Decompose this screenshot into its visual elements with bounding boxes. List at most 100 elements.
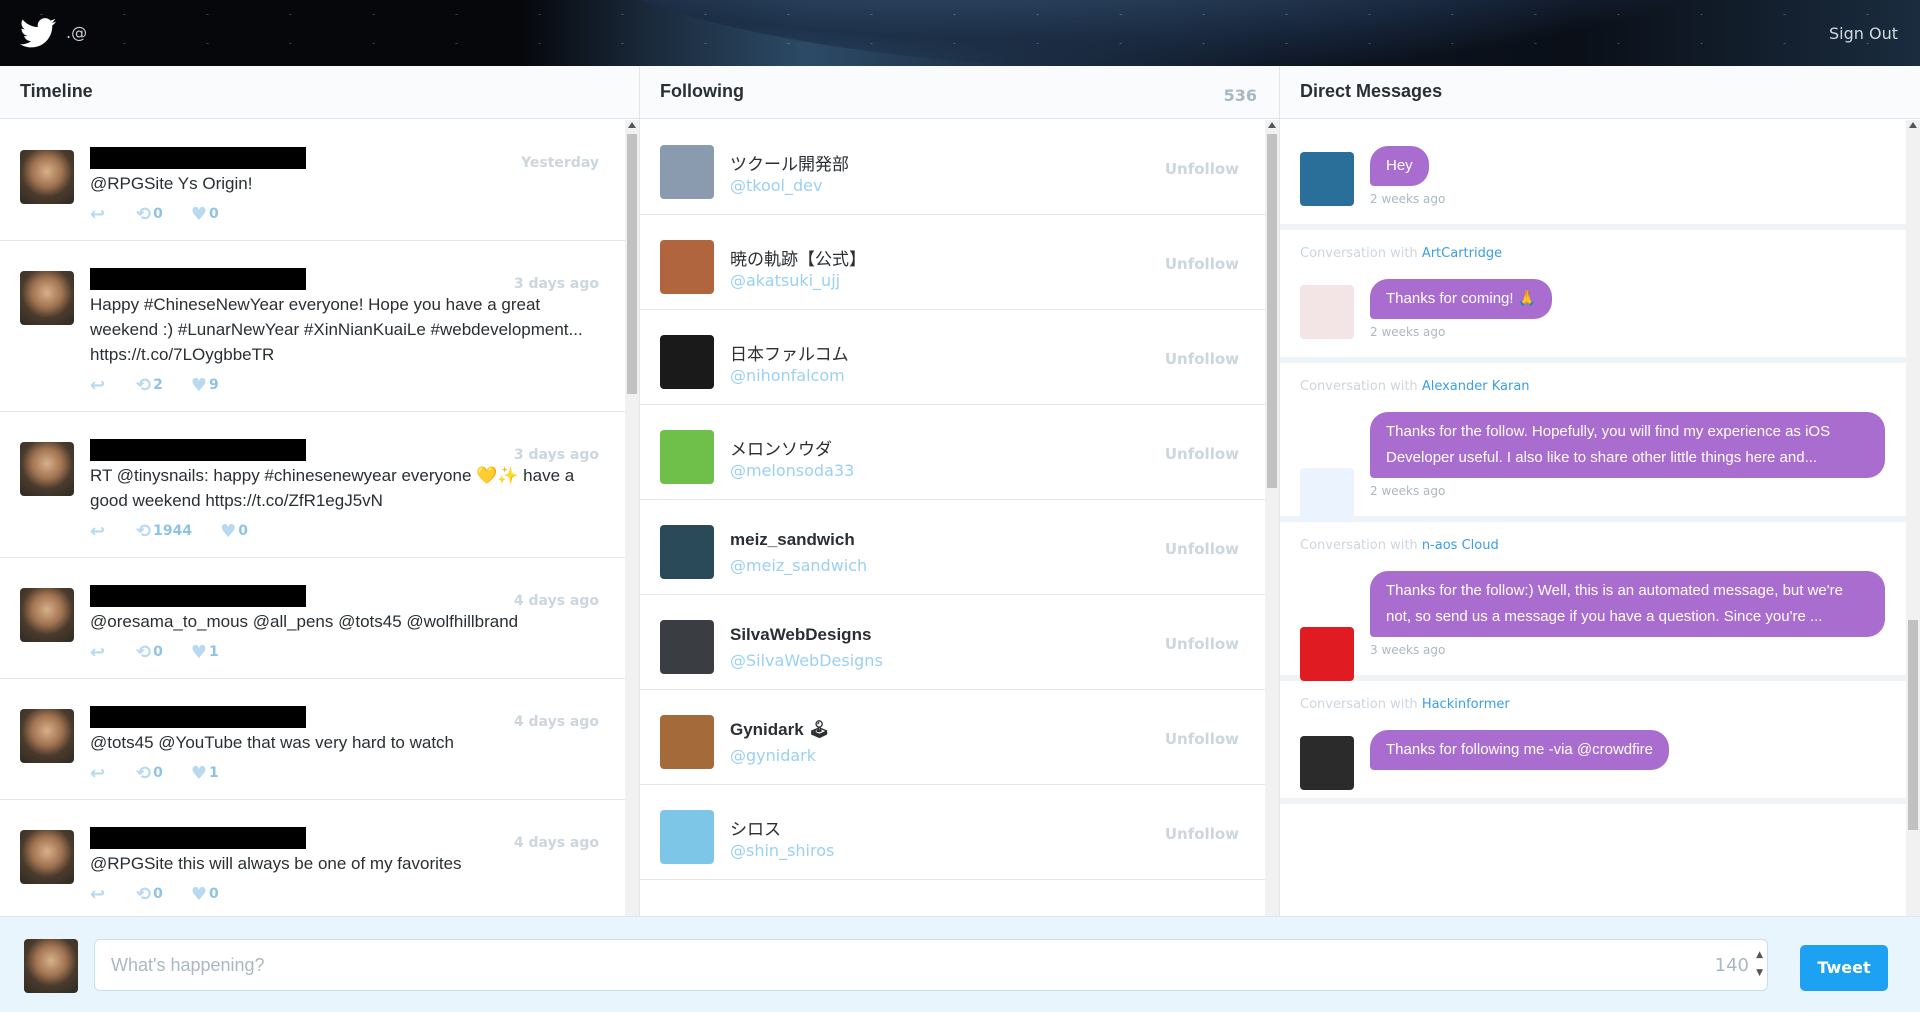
twitter-bird-icon[interactable] [20,18,56,48]
dm-conversation[interactable]: Conversation with ArtCartridge Thanks for… [1280,230,1920,363]
tweet[interactable]: 4 days ago @RPGSite this will always be o… [0,800,639,916]
user-handle[interactable]: @meiz_sandwich [730,556,867,575]
unfollow-button[interactable]: Unfollow [1165,350,1239,368]
like-count: 1 [208,644,219,660]
unfollow-button[interactable]: Unfollow [1165,825,1239,843]
user-name[interactable]: SilvaWebDesigns [730,625,871,645]
following-item[interactable]: シロス @shin_shiros Unfollow [640,785,1279,880]
user-name[interactable]: ツクール開発部 [730,150,849,175]
retweet-button[interactable]: ⟲ 0 [136,884,163,905]
conversation-user-link[interactable]: Alexander Karan [1422,379,1530,394]
following-item[interactable]: メロンソウダ @melonsoda33 Unfollow [640,405,1279,500]
unfollow-button[interactable]: Unfollow [1165,635,1239,653]
user-handle[interactable]: @melonsoda33 [730,461,854,480]
avatar[interactable] [20,588,74,642]
sign-out-link[interactable]: Sign Out [1829,24,1898,43]
avatar[interactable] [1300,468,1354,522]
avatar[interactable] [20,442,74,496]
avatar[interactable] [660,810,714,864]
tweet[interactable]: Yesterday @RPGSite Ys Origin! ↩ ⟲ 0 ♥ 0 [0,120,639,241]
retweet-button[interactable]: ⟲ 0 [136,642,163,663]
scroll-thumb[interactable] [1267,134,1277,488]
user-name[interactable]: 暁の軌跡【公式】 [730,245,866,270]
avatar[interactable] [660,240,714,294]
unfollow-button[interactable]: Unfollow [1165,445,1239,463]
retweet-button[interactable]: ⟲ 1944 [136,521,192,542]
reply-icon[interactable]: ↩ [90,375,136,396]
unfollow-button[interactable]: Unfollow [1165,730,1239,748]
dm-conversation[interactable]: Conversation with n-aos Cloud Thanks for … [1280,522,1920,681]
user-handle[interactable]: @akatsuki_ujj [730,271,840,290]
tweet-input[interactable]: What's happening? 140 ▲ ▼ [94,939,1768,991]
user-handle[interactable]: @nihonfalcom [730,366,845,385]
user-handle[interactable]: @tkool_dev [730,176,822,195]
user-name[interactable]: Gynidark 🕹 [730,720,830,740]
user-name[interactable]: meiz_sandwich [730,530,855,550]
retweet-button[interactable]: ⟲ 0 [136,763,163,784]
reply-icon[interactable]: ↩ [90,642,136,663]
scroll-up-arrow-icon[interactable] [1909,122,1917,128]
reply-icon[interactable]: ↩ [90,763,136,784]
user-handle[interactable]: @shin_shiros [730,841,834,860]
reply-icon[interactable]: ↩ [90,521,136,542]
like-button[interactable]: ♥ 0 [191,204,219,225]
avatar[interactable] [20,709,74,763]
unfollow-button[interactable]: Unfollow [1165,540,1239,558]
tweet-button[interactable]: Tweet [1800,945,1888,991]
user-name[interactable]: メロンソウダ [730,435,832,460]
dm-conversation[interactable]: Conversation with Alexander Karan Thanks … [1280,363,1920,522]
avatar[interactable] [660,525,714,579]
avatar[interactable] [660,620,714,674]
avatar[interactable] [1300,152,1354,206]
scroll-up-arrow-icon[interactable] [1268,122,1276,128]
like-button[interactable]: ♥ 1 [191,763,219,784]
tweet[interactable]: 3 days ago RT @tinysnails: happy #chinese… [0,412,639,558]
conversation-user-link[interactable]: ArtCartridge [1422,246,1502,261]
user-handle[interactable]: @SilvaWebDesigns [730,651,883,670]
tweet[interactable]: 3 days ago Happy #ChineseNewYear everyone… [0,241,639,412]
following-scrollbar[interactable] [1265,120,1279,916]
avatar[interactable] [660,715,714,769]
avatar[interactable] [1300,285,1354,339]
like-button[interactable]: ♥ 0 [191,884,219,905]
like-button[interactable]: ♥ 9 [191,375,219,396]
scroll-thumb[interactable] [1908,620,1918,830]
redacted-username [90,585,306,607]
unfollow-button[interactable]: Unfollow [1165,255,1239,273]
tweet[interactable]: 4 days ago @oresama_to_mous @all_pens @to… [0,558,639,679]
like-button[interactable]: ♥ 1 [191,642,219,663]
conversation-user-link[interactable]: n-aos Cloud [1422,538,1499,553]
scroll-thumb[interactable] [627,134,637,394]
following-item[interactable]: ツクール開発部 @tkool_dev Unfollow [640,120,1279,215]
user-handle[interactable]: @gynidark [730,746,816,765]
retweet-button[interactable]: ⟲ 0 [136,204,163,225]
dm-conversation[interactable]: Conversation with Hackinformer Thanks for… [1280,681,1920,804]
avatar[interactable] [1300,627,1354,681]
following-item[interactable]: 暁の軌跡【公式】 @akatsuki_ujj Unfollow [640,215,1279,310]
timeline-scrollbar[interactable] [625,120,639,916]
avatar[interactable] [1300,736,1354,790]
avatar[interactable] [20,271,74,325]
following-item[interactable]: Gynidark 🕹 @gynidark Unfollow [640,690,1279,785]
avatar[interactable] [20,150,74,204]
unfollow-button[interactable]: Unfollow [1165,160,1239,178]
reply-icon[interactable]: ↩ [90,884,136,905]
counter-spinner-icon[interactable]: ▲ ▼ [1756,946,1763,982]
retweet-button[interactable]: ⟲ 2 [136,375,163,396]
like-button[interactable]: ♥ 0 [220,521,248,542]
dm-conversation[interactable]: Hey 2 weeks ago [1280,120,1920,230]
tweet[interactable]: 4 days ago @tots45 @YouTube that was very… [0,679,639,800]
scroll-up-arrow-icon[interactable] [628,122,636,128]
following-item[interactable]: SilvaWebDesigns @SilvaWebDesigns Unfollow [640,595,1279,690]
dm-scrollbar[interactable] [1906,120,1920,916]
reply-icon[interactable]: ↩ [90,204,136,225]
avatar[interactable] [660,430,714,484]
following-item[interactable]: 日本ファルコム @nihonfalcom Unfollow [640,310,1279,405]
user-name[interactable]: シロス [730,815,781,840]
user-name[interactable]: 日本ファルコム [730,340,849,365]
following-item[interactable]: meiz_sandwich @meiz_sandwich Unfollow [640,500,1279,595]
avatar[interactable] [660,335,714,389]
avatar[interactable] [660,145,714,199]
conversation-user-link[interactable]: Hackinformer [1422,697,1510,712]
avatar[interactable] [20,830,74,884]
